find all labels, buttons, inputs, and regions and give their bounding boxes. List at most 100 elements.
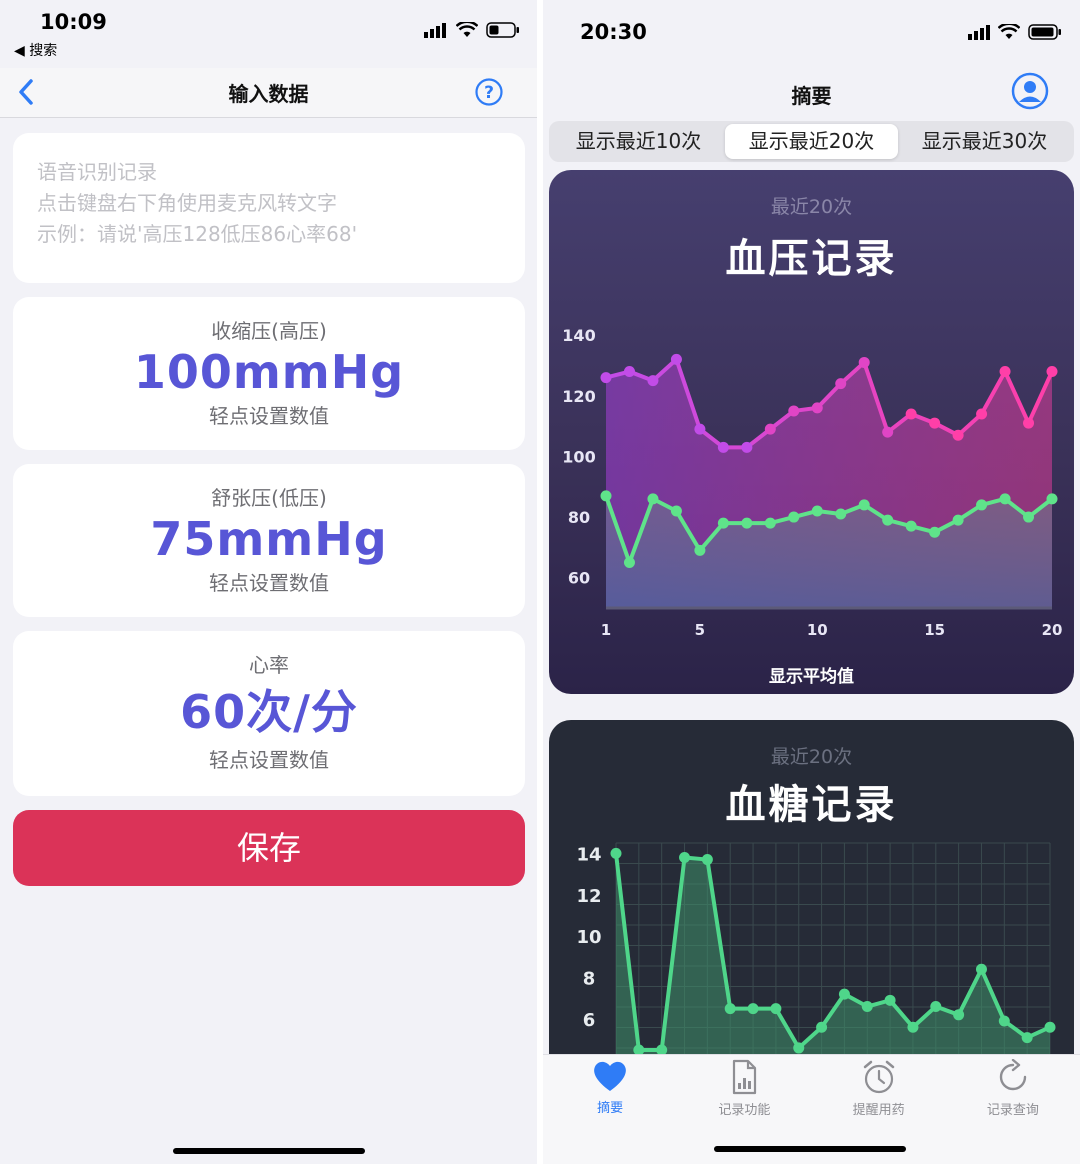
bp-y-tick-label: 140 [562,326,595,345]
bp-x-tick-label: 5 [695,621,705,639]
history-icon [999,1059,1027,1091]
diastolic-point [929,526,941,538]
systolic-point [1046,366,1058,378]
bg-y-tick-label: 6 [583,1010,596,1031]
glucose-point [1021,1032,1033,1044]
diastolic-point [623,557,635,569]
bp-y-tick-label: 60 [568,569,590,588]
diastolic-point [741,517,753,529]
diastolic-point [905,520,917,532]
systolic-point [788,405,800,417]
bp-x-tick-label: 10 [807,621,828,639]
profile-icon[interactable] [1011,72,1049,110]
systolic-point [670,353,682,365]
glucose-point [701,854,713,866]
glucose-point [884,994,896,1006]
diastolic-point [1046,493,1058,505]
status-bar: 10:09 ◀ 搜索 [0,0,537,70]
diastolic-point [788,511,800,523]
save-button[interactable]: 保存 [13,810,525,886]
diastolic-value: 75mmHg [150,512,388,566]
status-time: 10:09 [40,10,107,34]
systolic-value: 100mmHg [133,345,405,399]
systolic-point [835,378,847,390]
systolic-point [929,417,941,429]
blood-pressure-card[interactable]: 最近20次 血压记录 60 80 100 120 140 1 5 10 15 20 显示平均值 [549,170,1074,694]
diastolic-point [717,517,729,529]
systolic-label: 收缩压(高压) [211,319,327,343]
diastolic-point [694,544,706,556]
systolic-point [952,429,964,441]
voice-input-field[interactable]: 语音识别记录 点击键盘右下角使用麦克风转文字 示例：请说'高压128低压86心率… [13,133,525,283]
bp-x-tick-label: 20 [1042,621,1063,639]
home-indicator[interactable] [173,1148,365,1154]
diastolic-point [858,499,870,511]
systolic-card[interactable]: 收缩压(高压) 100mmHg 轻点设置数值 [13,297,525,450]
bg-y-tick-label: 10 [576,927,601,948]
segment-last-30[interactable]: 显示最近30次 [898,124,1071,159]
diastolic-point [647,493,659,505]
glucose-point [679,851,691,863]
status-bar: 20:30 [543,0,1080,70]
diastolic-point [976,499,988,511]
back-to-search-link[interactable]: ◀ 搜索 [14,40,57,60]
systolic-point [976,408,988,420]
voice-input-example: 示例：请说'高压128低压86心率68' [37,222,358,246]
diastolic-hint: 轻点设置数值 [209,571,329,595]
bp-y-tick-label: 120 [562,387,595,406]
input-data-screen: 10:09 ◀ 搜索 输入数据 ? 语音识别记录 点击键盘右下角使用麦克风转文字… [0,0,537,1164]
tab-summary[interactable]: 摘要 [543,1055,677,1164]
diastolic-point [670,505,682,517]
systolic-point [741,441,753,453]
glucose-point [953,1009,965,1021]
diastolic-card[interactable]: 舒张压(低压) 75mmHg 轻点设置数值 [13,464,525,617]
systolic-point [858,356,870,368]
navigation-bar: 摘要 [543,68,1080,118]
heart-rate-hint: 轻点设置数值 [209,748,329,772]
systolic-point [694,423,706,435]
wifi-icon [998,24,1020,39]
home-indicator[interactable] [714,1146,906,1152]
tab-summary-label: 摘要 [597,1101,624,1116]
glucose-point [975,963,987,975]
segment-last-10[interactable]: 显示最近10次 [552,124,725,159]
bg-y-tick-label: 8 [583,969,596,990]
svg-text:?: ? [484,83,494,103]
glucose-point [930,1001,942,1013]
heart-icon [594,1061,626,1091]
alarm-clock-icon [863,1060,894,1094]
systolic-point [999,366,1011,378]
diastolic-point [764,517,776,529]
diastolic-point [952,514,964,526]
systolic-point [811,402,823,414]
tab-record-history-label: 记录查询 [986,1103,1039,1118]
voice-input-title: 语音识别记录 [37,160,157,184]
heart-rate-card[interactable]: 心率 60次/分 轻点设置数值 [13,631,525,796]
signal-icon [968,25,990,40]
diastolic-point [835,508,847,520]
glucose-point [610,847,622,859]
glucose-point [724,1003,736,1015]
tab-record-functions-label: 记录功能 [718,1103,771,1118]
tab-record-history[interactable]: 记录查询 [946,1055,1080,1164]
diastolic-point [600,490,612,502]
systolic-point [717,441,729,453]
systolic-point [600,372,612,384]
help-icon[interactable]: ? [474,77,504,107]
systolic-point [623,366,635,378]
systolic-hint: 轻点设置数值 [209,404,329,428]
systolic-point [647,375,659,387]
glucose-point [770,1003,782,1015]
battery-icon [1028,24,1061,40]
heart-rate-value: 60次/分 [180,685,358,739]
glucose-point [747,1003,759,1015]
systolic-point [764,423,776,435]
glucose-point [907,1021,919,1033]
show-average-toggle[interactable]: 显示平均值 [549,662,1074,687]
bp-y-tick-label: 80 [568,508,590,527]
battery-icon [486,22,519,38]
segment-last-20[interactable]: 显示最近20次 [725,124,898,159]
glucose-point [861,1001,873,1013]
bg-y-tick-label: 12 [576,886,601,907]
glucose-point [793,1042,805,1054]
